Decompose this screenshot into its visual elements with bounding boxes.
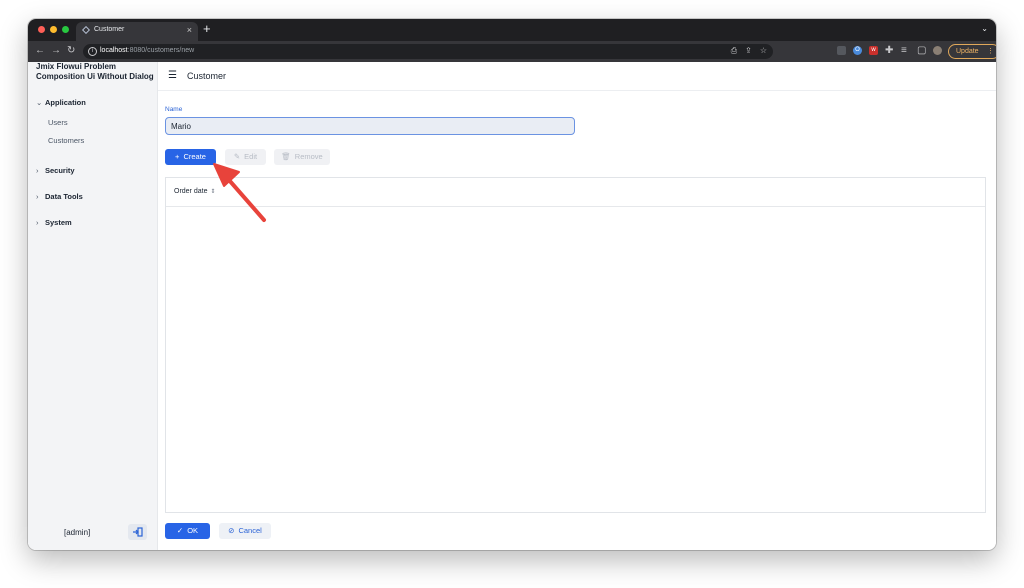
annotation-arrow-shaft [227, 178, 266, 222]
annotation-arrow-head [213, 163, 240, 187]
annotation-arrow [213, 163, 266, 222]
